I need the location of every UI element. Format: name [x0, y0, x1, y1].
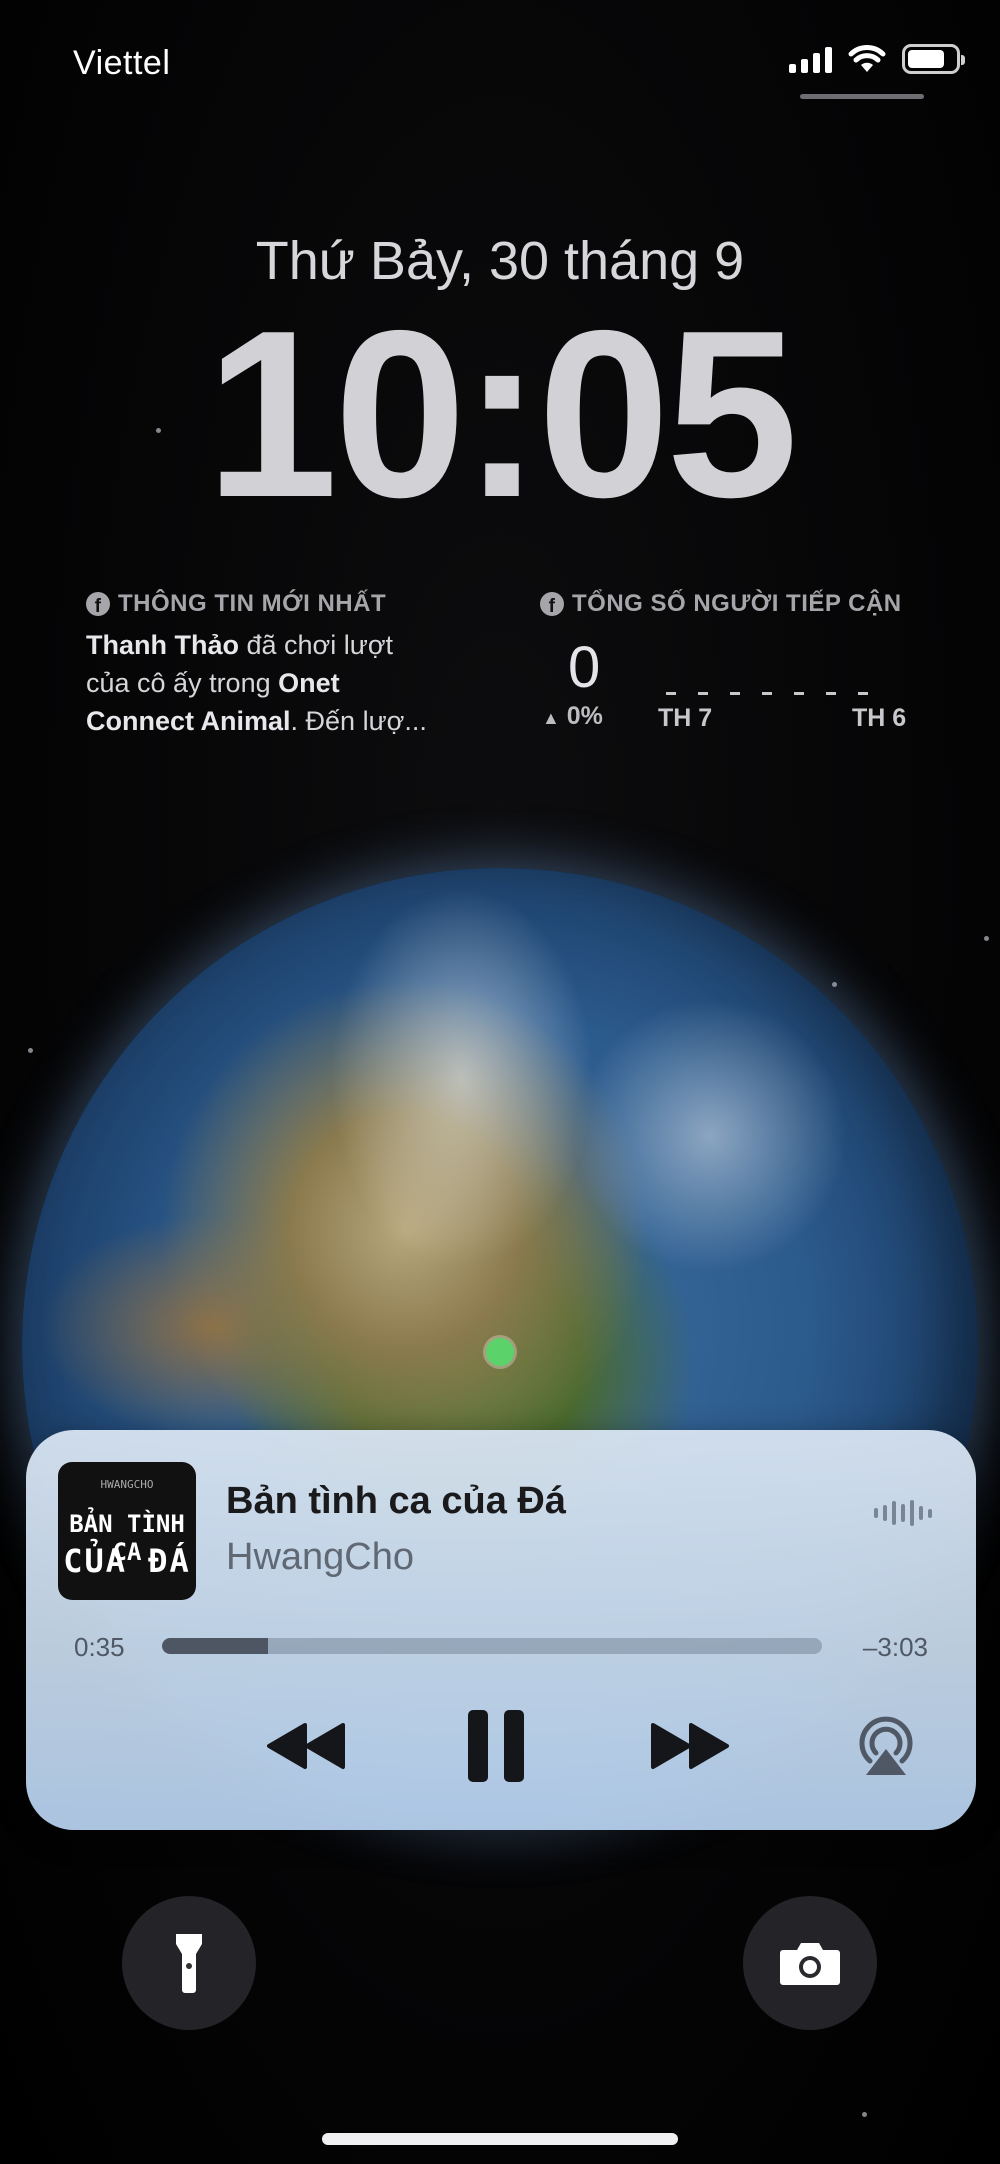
home-indicator[interactable]: [322, 2133, 678, 2145]
reach-widget-heading: TỔNG SỐ NGƯỜI TIẾP CẬN: [572, 590, 902, 617]
camera-icon: [780, 1943, 840, 1985]
star: [832, 982, 837, 987]
lock-time: 10:05: [205, 282, 799, 547]
pause-button[interactable]: [446, 1696, 546, 1796]
song-artist: HwangCho: [226, 1536, 414, 1578]
now-playing-widget[interactable]: HWANGCHO BẢN TÌNH CA CỦA ĐÁ Bản tình ca …: [26, 1430, 976, 1830]
rewind-icon: [267, 1723, 345, 1769]
control-center-indicator[interactable]: [800, 94, 924, 99]
star: [862, 2112, 867, 2117]
fast-forward-button[interactable]: [640, 1696, 740, 1796]
flashlight-icon: [176, 1934, 202, 1993]
artwork-label: HWANGCHO: [100, 1478, 154, 1491]
news-game: Connect Animal: [86, 706, 291, 736]
facebook-icon: f: [86, 592, 110, 616]
news-user: Thanh Thảo: [86, 630, 239, 660]
airplay-icon: [859, 1716, 913, 1775]
status-icons: [789, 44, 965, 74]
star: [28, 1048, 33, 1053]
reach-day-end: TH 6: [852, 704, 907, 732]
time-remaining: –3:03: [862, 1632, 928, 1662]
reach-widget-header: f TỔNG SỐ NGƯỜI TIẾP CẬN: [540, 590, 920, 618]
reach-widget[interactable]: f TỔNG SỐ NGƯỜI TIẾP CẬN 0 ▲ 0%: [540, 590, 920, 730]
audio-waveform-icon[interactable]: [874, 1498, 932, 1528]
artwork-title-line2: CỦA ĐÁ: [63, 1542, 191, 1580]
reach-change: ▲ 0%: [542, 702, 603, 731]
pause-icon: [468, 1710, 524, 1782]
news-widget-header: f THÔNG TIN MỚI NHẤT: [86, 590, 486, 618]
star: [984, 936, 989, 941]
up-arrow-icon: ▲: [542, 708, 560, 728]
flashlight-button[interactable]: [122, 1896, 256, 2030]
news-text-part: đã chơi lượt: [238, 630, 394, 660]
reach-change-value: 0%: [566, 702, 603, 730]
camera-button[interactable]: [743, 1896, 877, 2030]
news-text-part: của cô ấy trong: [86, 668, 279, 698]
fast-forward-icon: [651, 1723, 729, 1769]
song-title: Bản tình ca của Đá: [226, 1480, 566, 1522]
news-widget-heading: THÔNG TIN MỚI NHẤT: [118, 590, 387, 617]
news-widget-text: Thanh Thảo đã chơi lượt của cô ấy trong …: [86, 626, 486, 740]
carrier-name: Viettel: [73, 44, 171, 82]
location-dot-icon: [486, 1338, 514, 1366]
time-elapsed: 0:35: [74, 1632, 125, 1662]
lock-screen: Viettel Thứ Bảy, 30 tháng 9 10:05 f THÔN…: [0, 0, 1000, 2164]
airplay-button[interactable]: [846, 1696, 926, 1796]
playback-scrubber[interactable]: [162, 1638, 822, 1654]
reach-count: 0: [568, 635, 601, 700]
news-text-part: . Đến lượ...: [290, 706, 427, 736]
battery-icon: [902, 44, 965, 74]
reach-day-start: TH 7: [658, 704, 713, 732]
cellular-signal-icon: [789, 45, 832, 73]
news-game: Onet: [278, 668, 340, 698]
playback-progress: [162, 1638, 268, 1654]
rewind-button[interactable]: [256, 1696, 356, 1796]
reach-sparkline: [666, 692, 868, 695]
wifi-icon: [848, 45, 886, 72]
album-artwork[interactable]: HWANGCHO BẢN TÌNH CA CỦA ĐÁ: [58, 1462, 196, 1600]
facebook-icon: f: [540, 592, 564, 616]
news-widget[interactable]: f THÔNG TIN MỚI NHẤT Thanh Thảo đã chơi …: [86, 590, 486, 740]
